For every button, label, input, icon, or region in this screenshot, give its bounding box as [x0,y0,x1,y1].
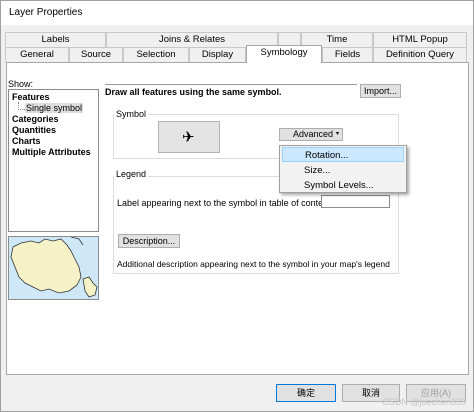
show-item-features[interactable]: Features [12,92,50,102]
tab-display[interactable]: Display [189,47,246,62]
description-bar: Draw all features using the same symbol. [105,84,357,97]
tab-general[interactable]: General [5,47,69,62]
description-button[interactable]: Description... [118,234,180,248]
toc-label-input[interactable] [321,195,390,208]
menu-item-size[interactable]: Size... [282,163,404,178]
menu-item-rotation[interactable]: Rotation... [282,147,404,162]
tab-symbology[interactable]: Symbology [246,45,322,63]
symbology-description: Draw all features using the same symbol. [105,87,282,97]
ok-button[interactable]: 确定 [276,384,336,402]
airplane-icon: ✈ [182,128,195,146]
map-preview [8,236,99,300]
menu-item-symbol-levels[interactable]: Symbol Levels... [282,178,404,193]
show-item-quantities[interactable]: Quantities [12,125,56,135]
australia-map-icon [9,237,98,299]
tab-source[interactable]: Source [69,47,123,62]
watermark: CSDN @juechen333 [382,397,466,407]
symbol-group-label: Symbol [114,109,149,119]
tab-fields[interactable]: Fields [322,47,373,62]
import-button[interactable]: Import... [360,84,401,98]
symbol-swatch-button[interactable]: ✈ [158,121,220,153]
show-label: Show: [8,79,34,89]
tab-selection[interactable]: Selection [123,47,189,62]
window-title: Layer Properties [9,7,83,18]
tab-html-popup[interactable]: HTML Popup [373,32,467,47]
additional-description-text: Additional description appearing next to… [117,259,390,269]
legend-group-label: Legend [114,169,149,179]
show-list: Features Single symbol Categories Quanti… [8,89,99,232]
tree-connector-h [18,109,25,110]
show-item-categories[interactable]: Categories [12,114,59,124]
tab-labels[interactable]: Labels [5,32,106,47]
tab-definition-query[interactable]: Definition Query [373,47,467,62]
advanced-label: Advanced [293,129,334,139]
dropdown-arrow-icon: ▾ [335,131,339,137]
toc-label: Label appearing next to the symbol in ta… [117,198,338,208]
show-item-multiple-attributes[interactable]: Multiple Attributes [12,147,91,157]
advanced-button[interactable]: Advanced ▾ [279,128,343,141]
show-item-charts[interactable]: Charts [12,136,41,146]
show-item-single-symbol[interactable]: Single symbol [25,103,84,113]
title-bar: Layer Properties [1,1,473,25]
advanced-menu: Rotation... Size... Symbol Levels... [279,145,407,193]
